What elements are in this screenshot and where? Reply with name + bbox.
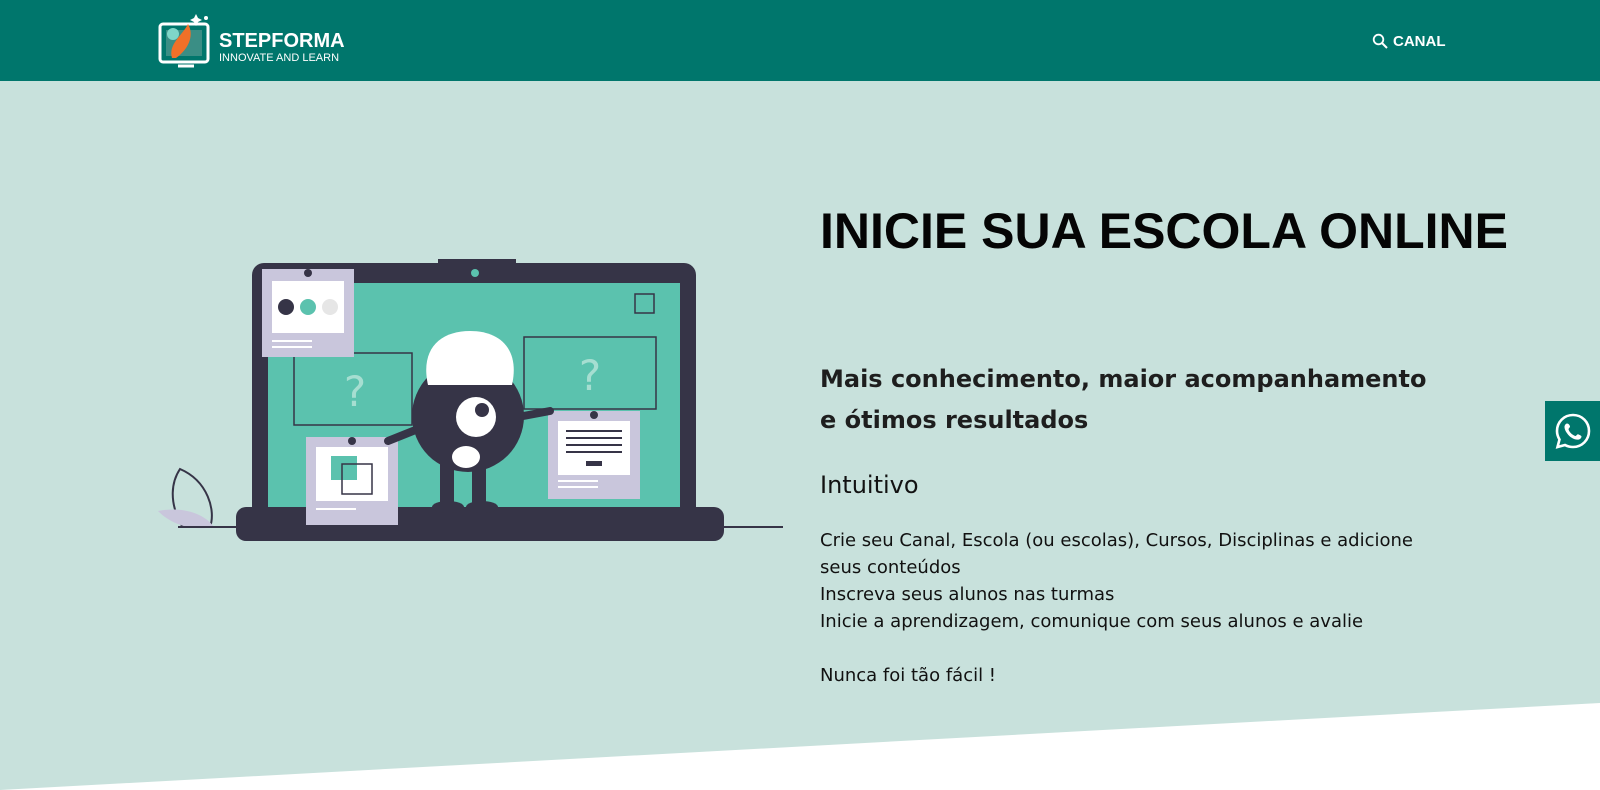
top-navbar: STEPFORMA INNOVATE AND LEARN CANAL: [0, 0, 1600, 81]
brand-name: STEPFORMA: [219, 30, 345, 52]
nav-canal-label: CANAL: [1393, 32, 1446, 50]
hero-title: INICIE SUA ESCOLA ONLINE: [820, 203, 1509, 259]
feature-line: Inicie a aprendizagem, comunique com seu…: [820, 611, 1364, 632]
hero-subtitle: Mais conhecimento, maior acompanhamento …: [820, 365, 1427, 434]
hero-illustration: ? ?: [158, 259, 783, 541]
nav-canal-link[interactable]: CANAL: [1372, 30, 1446, 52]
feature-title: Intuitivo: [820, 471, 919, 499]
svg-text:?: ?: [579, 351, 601, 400]
whatsapp-button[interactable]: [1545, 401, 1600, 461]
svg-text:?: ?: [344, 367, 366, 416]
feature-line: Crie seu Canal, Escola (ou escolas), Cur…: [820, 530, 1413, 578]
feature-description: Crie seu Canal, Escola (ou escolas), Cur…: [820, 527, 1420, 689]
logo-icon: [158, 14, 210, 68]
page: STEPFORMA INNOVATE AND LEARN CANAL ? ? I…: [0, 0, 1600, 790]
feature-tagline: Nunca foi tão fácil !: [820, 665, 997, 686]
feature-line: Inscreva seus alunos nas turmas: [820, 584, 1115, 605]
search-icon: [1372, 33, 1388, 49]
hero-section: ? ? INICIE SUA ESCOLA ONLINE Mais conhec…: [0, 81, 1600, 790]
whatsapp-icon: [1555, 413, 1590, 449]
brand-logo[interactable]: STEPFORMA INNOVATE AND LEARN: [158, 10, 348, 72]
brand-tagline: INNOVATE AND LEARN: [219, 52, 340, 64]
